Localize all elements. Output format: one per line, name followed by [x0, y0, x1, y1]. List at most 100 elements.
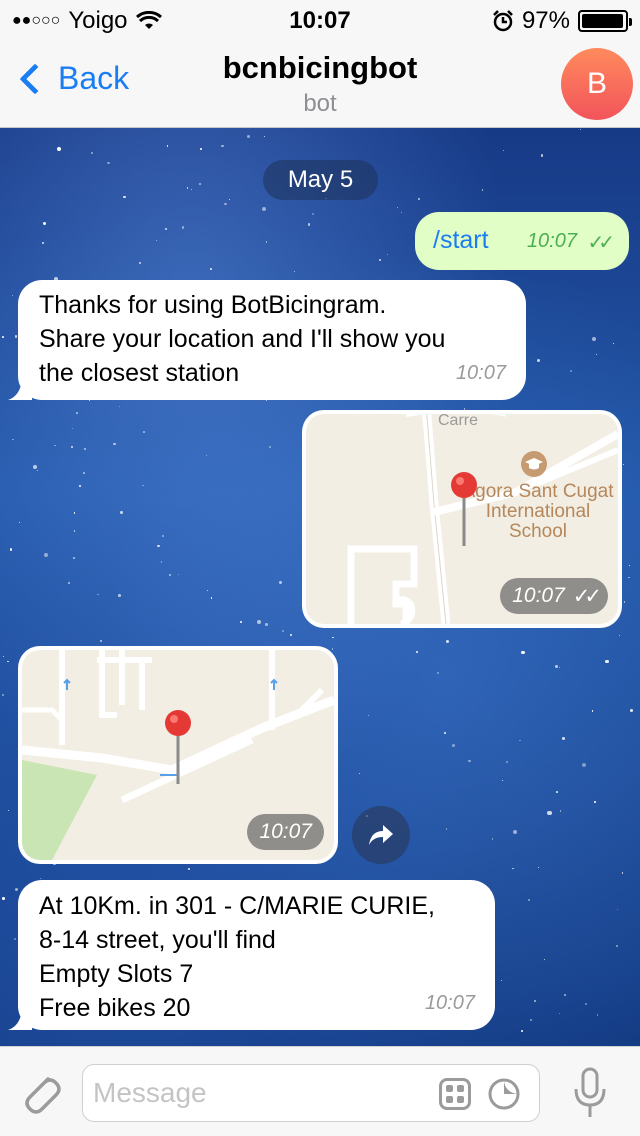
- star: [141, 484, 144, 487]
- star: [528, 898, 531, 901]
- star: [622, 463, 624, 465]
- microphone-icon[interactable]: [572, 1067, 608, 1119]
- star: [187, 868, 190, 871]
- star: [445, 639, 450, 643]
- star: [308, 223, 311, 226]
- star: [396, 206, 398, 208]
- sticker-icon[interactable]: [439, 1078, 471, 1110]
- star: [169, 573, 172, 576]
- star: [7, 660, 9, 663]
- star: [83, 447, 87, 451]
- star: [76, 411, 79, 414]
- star: [294, 271, 296, 273]
- star: [584, 1003, 587, 1006]
- star: [246, 134, 251, 138]
- star: [265, 241, 268, 243]
- star: [416, 651, 419, 654]
- star: [8, 810, 10, 812]
- star: [113, 442, 116, 445]
- star: [537, 866, 539, 868]
- message-field[interactable]: [82, 1064, 540, 1122]
- star: [615, 944, 618, 947]
- star: [387, 253, 389, 255]
- star: [570, 369, 573, 372]
- star: [628, 576, 630, 578]
- star: [83, 471, 86, 474]
- battery-percent: 97%: [521, 7, 570, 34]
- star: [512, 867, 514, 870]
- star: [501, 979, 503, 982]
- message-incoming-station[interactable]: At 10Km. in 301 - C/MARIE CURIE, 8-14 st…: [8, 880, 495, 1030]
- bubble-tail: [8, 380, 32, 400]
- star: [451, 743, 455, 747]
- star: [561, 736, 565, 740]
- star: [521, 1030, 523, 1032]
- star: [543, 959, 545, 961]
- star: [556, 790, 558, 793]
- star: [186, 186, 189, 189]
- share-button[interactable]: [352, 806, 410, 864]
- star: [368, 714, 370, 716]
- paperclip-icon[interactable]: [18, 1069, 62, 1117]
- star: [559, 810, 562, 812]
- star: [616, 909, 618, 911]
- star: [143, 431, 145, 433]
- star: [205, 454, 207, 456]
- location-map[interactable]: 10:07: [22, 650, 334, 860]
- bot-command-icon[interactable]: [487, 1077, 521, 1111]
- star: [3, 655, 5, 657]
- location-map[interactable]: Carre Agora Sant Cugat International Sch…: [306, 414, 618, 624]
- message-incoming-location[interactable]: 10:07: [18, 646, 338, 864]
- star: [582, 763, 586, 768]
- star: [12, 438, 14, 441]
- alarm-icon: [493, 10, 513, 32]
- star: [71, 427, 74, 430]
- star: [2, 694, 5, 696]
- map-time-badge: 10:07 ✓✓: [500, 578, 608, 614]
- input-bar: [0, 1046, 640, 1136]
- star: [265, 623, 268, 626]
- star: [157, 544, 160, 548]
- message-outgoing-location[interactable]: Carre Agora Sant Cugat International Sch…: [302, 410, 622, 628]
- star: [400, 211, 403, 214]
- chat-area[interactable]: May 5 /start 10:07 ✓✓ Thanks for using B…: [0, 128, 640, 1046]
- map-time-badge: 10:07: [247, 814, 324, 850]
- star: [618, 635, 620, 637]
- date-separator: May 5: [263, 160, 378, 200]
- status-bar: ●●○○○ Yoigo 10:07 97%: [0, 0, 640, 40]
- star: [443, 731, 446, 734]
- star: [591, 710, 594, 712]
- double-check-icon: ✓✓: [587, 232, 614, 254]
- star: [32, 465, 37, 470]
- star: [239, 621, 242, 624]
- star: [68, 581, 71, 585]
- street-label: Carre: [438, 414, 479, 429]
- star: [358, 773, 360, 775]
- star: [97, 594, 99, 596]
- star: [558, 666, 561, 668]
- status-right: 97%: [492, 7, 632, 35]
- star: [481, 188, 484, 191]
- star: [43, 553, 48, 558]
- star: [71, 445, 74, 448]
- message-incoming-welcome[interactable]: Thanks for using BotBicingram. Share you…: [8, 280, 526, 400]
- star: [181, 226, 185, 229]
- star: [312, 213, 315, 216]
- map-pin-icon: [165, 710, 191, 784]
- star: [228, 198, 230, 200]
- chat-title[interactable]: bcnbicingbot: [0, 50, 640, 86]
- star: [629, 708, 634, 713]
- star: [118, 594, 122, 597]
- message-outgoing-start[interactable]: /start 10:07 ✓✓: [415, 212, 629, 270]
- star: [605, 659, 609, 663]
- star: [579, 128, 582, 131]
- star: [628, 564, 631, 567]
- message-input[interactable]: [93, 1073, 423, 1113]
- star: [72, 556, 76, 560]
- star: [501, 779, 503, 782]
- avatar[interactable]: B: [561, 48, 633, 120]
- star: [418, 197, 421, 201]
- star: [621, 872, 624, 874]
- star: [73, 512, 76, 514]
- share-arrow-icon: [369, 825, 393, 845]
